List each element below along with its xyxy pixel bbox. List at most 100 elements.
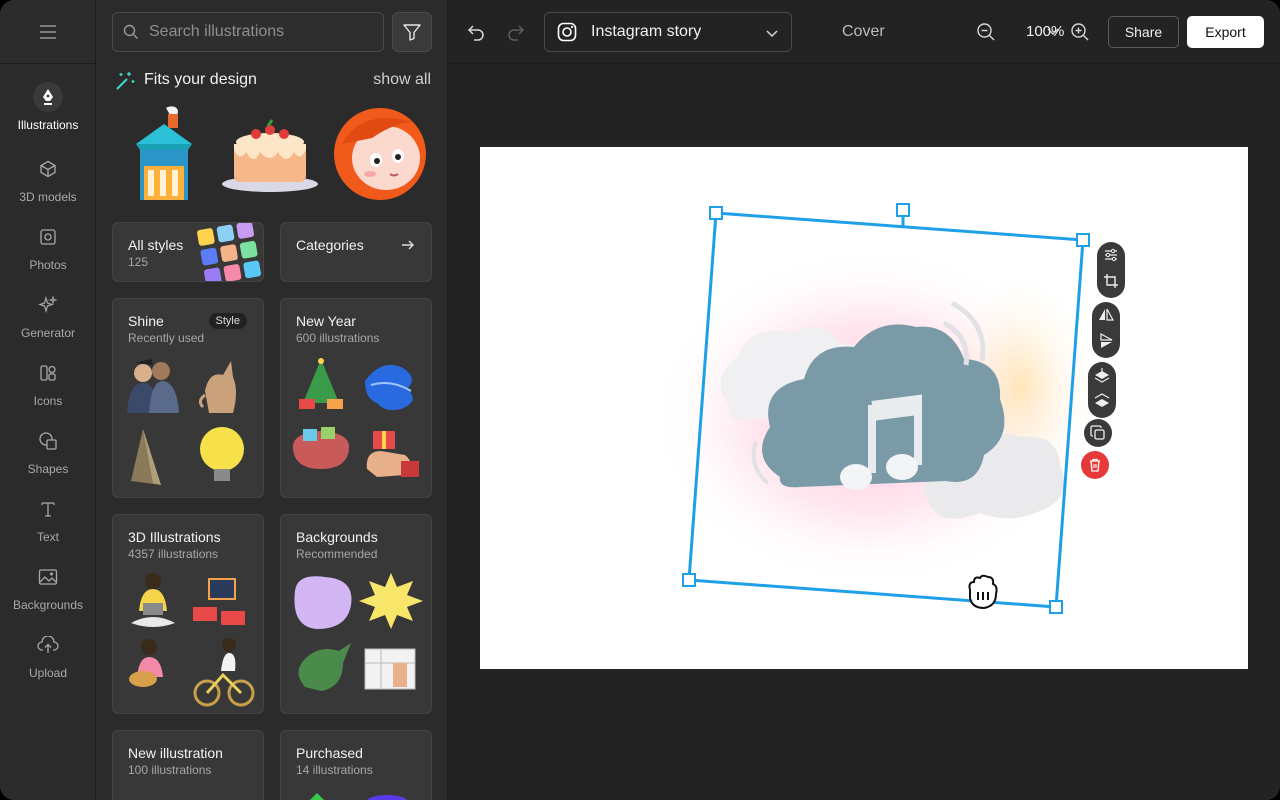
rail-item-photos[interactable]: Photos bbox=[0, 222, 96, 286]
house-illustration[interactable] bbox=[132, 104, 196, 202]
pen-nib-icon bbox=[43, 89, 53, 105]
rail-item-label: Generator bbox=[20, 326, 76, 340]
redo-button[interactable] bbox=[504, 20, 528, 44]
icons-grid-icon bbox=[40, 365, 56, 381]
zoom-out-button[interactable] bbox=[976, 22, 996, 42]
card-title: Purchased bbox=[296, 745, 363, 761]
style-card-backgrounds[interactable]: Backgrounds Recommended bbox=[280, 514, 432, 714]
rail-item-label: Text bbox=[36, 530, 59, 544]
top-bar: Instagram story Cover 100% Share Export bbox=[448, 0, 1280, 64]
redo-icon bbox=[508, 25, 525, 41]
illustrations-panel: Fits your design show all bbox=[96, 0, 448, 800]
resize-handle-top-right[interactable] bbox=[1076, 233, 1090, 247]
trash-icon bbox=[1090, 458, 1100, 472]
card-title: 3D Illustrations bbox=[128, 529, 221, 545]
rail-item-label: Photos bbox=[29, 258, 67, 272]
rail-item-label: Upload bbox=[28, 666, 68, 680]
instagram-icon bbox=[557, 22, 577, 42]
style-card-purchased[interactable]: Purchased 14 illustrations bbox=[280, 730, 432, 800]
background-previews bbox=[294, 573, 423, 691]
search-box[interactable] bbox=[112, 12, 384, 52]
duplicate-button[interactable] bbox=[1084, 419, 1112, 447]
format-dropdown[interactable]: Instagram story bbox=[544, 12, 792, 52]
rail-item-label: 3D models bbox=[19, 190, 77, 204]
rail-item-backgrounds[interactable]: Backgrounds bbox=[0, 562, 96, 626]
magic-wand-icon bbox=[116, 72, 135, 90]
all-styles-count: 125 bbox=[128, 255, 149, 269]
card-subtitle: 600 illustrations bbox=[296, 331, 380, 345]
arrow-right-icon bbox=[402, 240, 414, 250]
flip-toolbar bbox=[1092, 302, 1120, 358]
search-input[interactable] bbox=[149, 23, 369, 41]
cake-illustration[interactable] bbox=[220, 114, 320, 194]
all-styles-card[interactable]: All styles 125 bbox=[112, 222, 264, 282]
zoom-out-icon bbox=[977, 23, 995, 41]
card-subtitle: 4357 illustrations bbox=[128, 547, 219, 561]
flip-vertical-button[interactable] bbox=[1092, 328, 1120, 354]
rail-item-label: Illustrations bbox=[17, 118, 79, 132]
filter-button[interactable] bbox=[392, 12, 432, 52]
3d-illustration-previews bbox=[129, 573, 255, 707]
zoom-in-icon bbox=[1071, 23, 1089, 41]
duplicate-icon bbox=[1090, 425, 1105, 440]
undo-button[interactable] bbox=[464, 20, 488, 44]
canvas-workspace[interactable] bbox=[448, 64, 1280, 800]
sparkles-icon bbox=[38, 295, 58, 314]
cover-button[interactable]: Cover bbox=[842, 23, 885, 41]
style-card-new-year[interactable]: New Year 600 illustrations bbox=[280, 298, 432, 498]
rail-item-upload[interactable]: Upload bbox=[0, 630, 96, 694]
style-card-3d-illustrations[interactable]: 3D Illustrations 4357 illustrations bbox=[112, 514, 264, 714]
style-card-shine[interactable]: Shine Recently used Style bbox=[112, 298, 264, 498]
hamburger-menu-button[interactable] bbox=[0, 0, 96, 64]
rail-item-3d-models[interactable]: 3D models bbox=[0, 154, 96, 218]
zoom-chevron-down-icon[interactable] bbox=[1047, 27, 1059, 37]
card-subtitle: 14 illustrations bbox=[296, 763, 373, 777]
card-title: New illustration bbox=[128, 745, 223, 761]
resize-handle-top-left[interactable] bbox=[709, 206, 723, 220]
rail-item-shapes[interactable]: Shapes bbox=[0, 426, 96, 490]
text-icon bbox=[41, 502, 55, 517]
flip-vertical-icon bbox=[1100, 333, 1113, 348]
adjust-crop-toolbar bbox=[1097, 242, 1125, 298]
girl-face-illustration[interactable] bbox=[332, 104, 428, 202]
rail-item-illustrations[interactable]: Illustrations bbox=[0, 82, 96, 146]
categories-card[interactable]: Categories bbox=[280, 222, 432, 282]
all-styles-title: All styles bbox=[128, 237, 184, 253]
crop-button[interactable] bbox=[1097, 268, 1125, 294]
zoom-in-button[interactable] bbox=[1070, 22, 1090, 42]
duplicate-toolbar bbox=[1084, 419, 1112, 447]
cube-icon bbox=[40, 160, 56, 178]
bring-forward-button[interactable] bbox=[1088, 362, 1116, 388]
format-label: Instagram story bbox=[591, 23, 702, 40]
flip-horizontal-button[interactable] bbox=[1092, 302, 1120, 328]
app-window: Illustrations 3D models Photos Generator… bbox=[0, 0, 1280, 800]
style-card-new-illustration[interactable]: New illustration 100 illustrations bbox=[112, 730, 264, 800]
rail-item-label: Icons bbox=[33, 394, 63, 408]
bring-forward-icon bbox=[1094, 368, 1110, 383]
image-icon bbox=[38, 569, 58, 585]
new-year-previews bbox=[292, 358, 419, 477]
hamburger-icon bbox=[40, 24, 56, 39]
fits-your-design-title: Fits your design bbox=[144, 71, 257, 88]
share-button[interactable]: Share bbox=[1108, 16, 1179, 48]
rail-item-generator[interactable]: Generator bbox=[0, 290, 96, 354]
resize-handle-bottom-left[interactable] bbox=[682, 573, 696, 587]
delete-button[interactable] bbox=[1081, 451, 1109, 479]
send-backward-button[interactable] bbox=[1088, 388, 1116, 414]
undo-icon bbox=[467, 25, 484, 41]
rail-item-icons[interactable]: Icons bbox=[0, 358, 96, 422]
card-title: New Year bbox=[296, 313, 356, 329]
rotate-handle[interactable] bbox=[896, 203, 910, 217]
adjust-button[interactable] bbox=[1097, 242, 1125, 268]
crop-icon bbox=[1104, 274, 1118, 288]
card-subtitle: Recommended bbox=[296, 547, 378, 561]
rail-item-text[interactable]: Text bbox=[0, 494, 96, 558]
left-rail: Illustrations 3D models Photos Generator… bbox=[0, 0, 96, 800]
style-badge: Style bbox=[208, 313, 247, 329]
filter-icon bbox=[403, 24, 421, 41]
card-subtitle: Recently used bbox=[128, 331, 205, 345]
selection-box[interactable] bbox=[448, 64, 1280, 800]
show-all-link[interactable]: show all bbox=[373, 71, 431, 89]
resize-handle-bottom-right[interactable] bbox=[1049, 600, 1063, 614]
export-button[interactable]: Export bbox=[1187, 16, 1264, 48]
